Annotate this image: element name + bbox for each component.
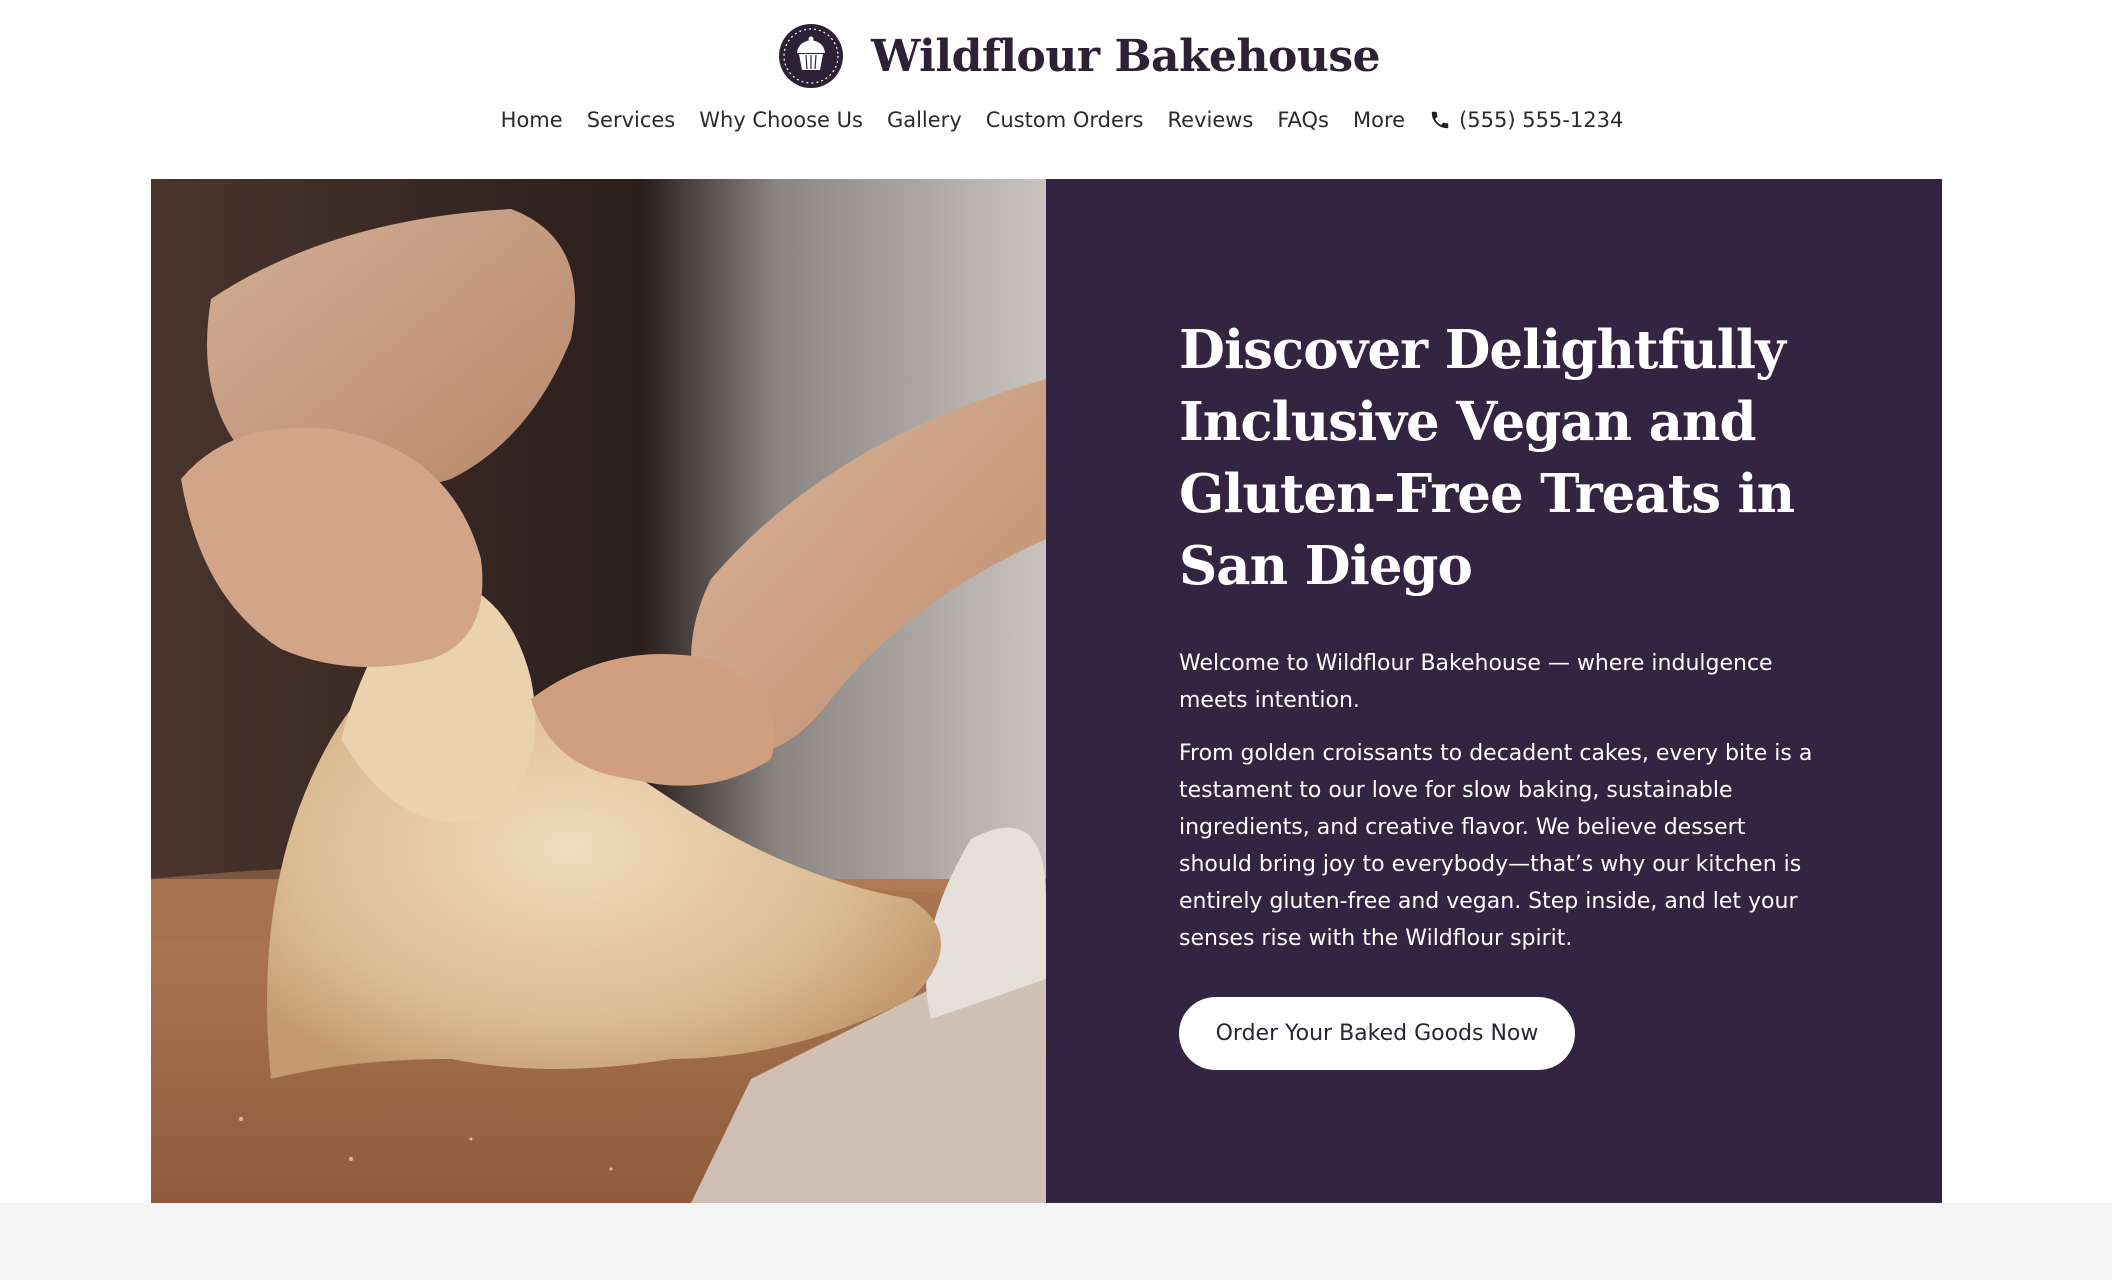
hero-text-panel: Discover Delightfully Inclusive Vegan an… xyxy=(1046,179,1942,1203)
site-header: Wildflour Bakehouse Home Services Why Ch… xyxy=(0,0,2112,179)
brand[interactable]: Wildflour Bakehouse xyxy=(778,18,1381,94)
nav-item-home[interactable]: Home xyxy=(501,108,563,132)
nav-phone-link[interactable]: (555) 555-1234 xyxy=(1429,108,1623,132)
order-baked-goods-button[interactable]: Order Your Baked Goods Now xyxy=(1179,997,1575,1070)
nav-item-why-choose-us[interactable]: Why Choose Us xyxy=(699,108,863,132)
nav-item-reviews[interactable]: Reviews xyxy=(1168,108,1254,132)
nav-item-custom-orders[interactable]: Custom Orders xyxy=(986,108,1144,132)
page-footer-strip xyxy=(0,1203,2112,1280)
nav-item-faqs[interactable]: FAQs xyxy=(1277,108,1329,132)
hero-section: Discover Delightfully Inclusive Vegan an… xyxy=(151,179,1942,1203)
dough-kneading-photo xyxy=(151,179,1046,1203)
cupcake-badge-icon[interactable] xyxy=(778,23,844,89)
hero-body-text: From golden croissants to decadent cakes… xyxy=(1179,741,1813,951)
phone-number: (555) 555-1234 xyxy=(1459,108,1624,132)
main-nav: Home Services Why Choose Us Gallery Cust… xyxy=(0,100,2112,140)
phone-icon xyxy=(1431,111,1449,129)
hero-intro-text: Welcome to Wildflour Bakehouse — where i… xyxy=(1179,651,1773,713)
nav-item-gallery[interactable]: Gallery xyxy=(887,108,962,132)
site-title[interactable]: Wildflour Bakehouse xyxy=(871,31,1381,82)
nav-item-more[interactable]: More xyxy=(1353,108,1405,132)
nav-item-services[interactable]: Services xyxy=(587,108,676,132)
hero-title: Discover Delightfully Inclusive Vegan an… xyxy=(1179,319,1795,597)
